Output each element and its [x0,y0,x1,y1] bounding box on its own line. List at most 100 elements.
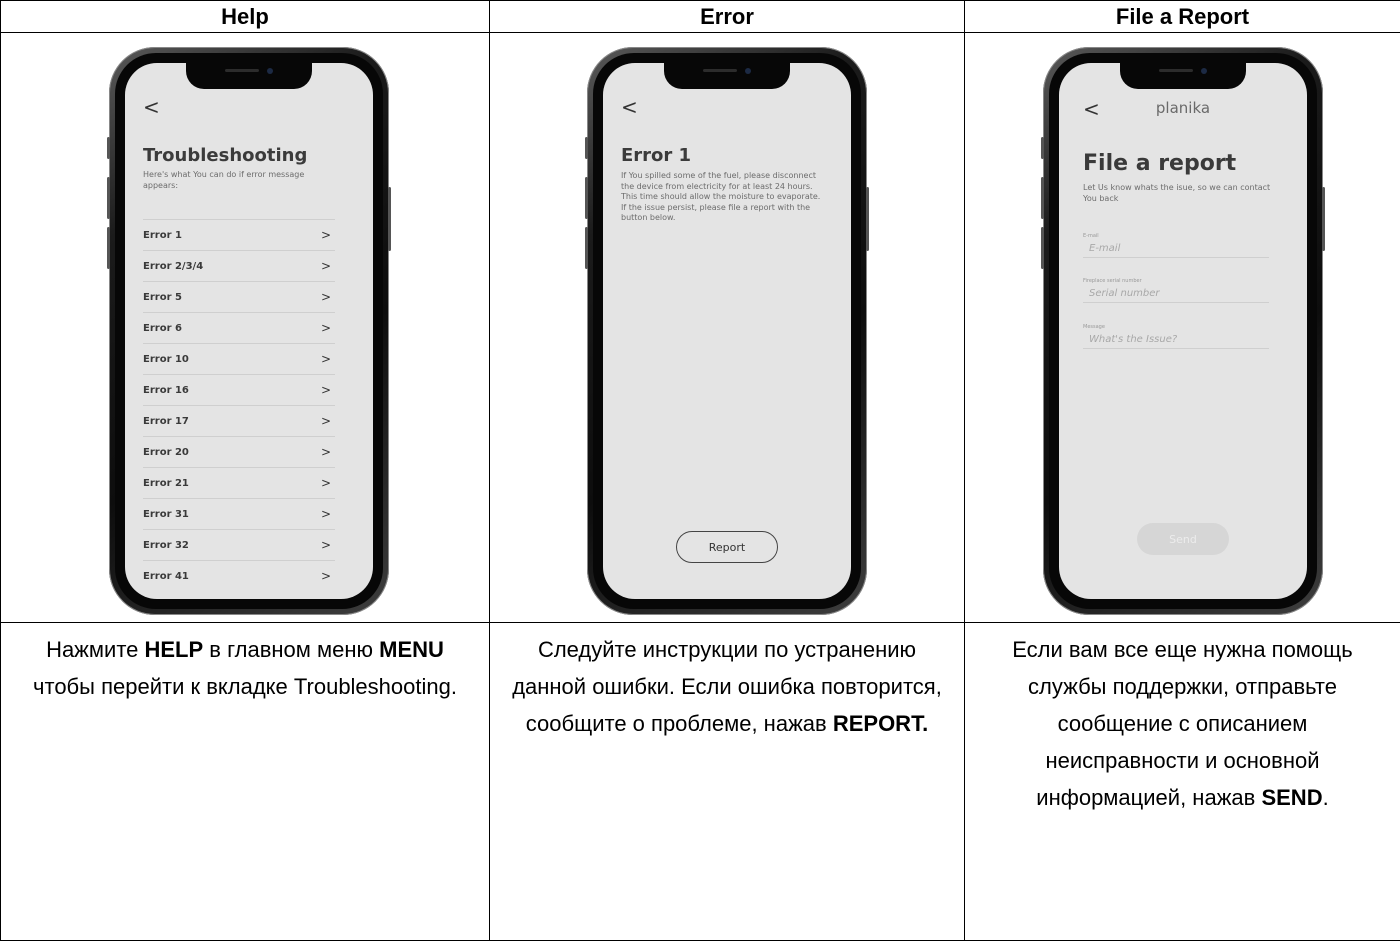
error-item-label: Error 6 [143,323,182,334]
error-item-label: Error 17 [143,416,189,427]
error-list-item[interactable]: Error 6 > [143,312,335,343]
chevron-right-icon: > [321,383,331,397]
power-button [388,187,391,251]
error-list-item[interactable]: Error 20 > [143,436,335,467]
error-list-item[interactable]: Error 31> [143,498,335,529]
header-file-report: File a Report [965,1,1400,33]
speaker-grille [703,69,737,72]
description-row: Нажмите HELP в главном меню MENU чтобы п… [1,623,1400,941]
error-item-label: Error 5 [143,292,182,303]
chevron-right-icon: > [321,445,331,459]
send-button[interactable]: Send [1137,523,1229,555]
report-description-cell: Если вам все еще нужна помощь службы под… [965,623,1400,941]
error-item-label: Error 32 [143,540,189,551]
error-list-item[interactable]: Error 41 > [143,560,335,591]
error-list-item[interactable]: Error 10> [143,343,335,374]
error-screenshot-cell: < Error 1 If You spilled some of the fue… [490,33,965,623]
message-label: Message [1083,324,1269,331]
help-description-cell: Нажмите HELP в главном меню MENU чтобы п… [1,623,490,941]
error-item-label: Error 16 [143,385,189,396]
back-chevron-icon[interactable]: < [143,95,160,119]
serial-number-label: Fireplace serial number [1083,278,1269,285]
troubleshooting-title: Troubleshooting [143,145,307,166]
mute-switch [107,137,110,159]
phone-frame-error: < Error 1 If You spilled some of the fue… [587,47,867,615]
phone-notch [1120,63,1246,89]
error-list-item[interactable]: Error 1> [143,219,335,250]
phone-frame-help: < Troubleshooting Here's what You can do… [109,47,389,615]
help-screen: < Troubleshooting Here's what You can do… [125,63,373,599]
email-field[interactable]: E-mail E-mail [1083,233,1269,258]
power-button [866,187,869,251]
front-camera-icon [745,68,751,74]
email-placeholder: E-mail [1083,240,1269,257]
chevron-right-icon: > [321,414,331,428]
report-subtitle: Let Us know whats the isue, so we can co… [1083,183,1283,204]
error-item-label: Error 2/3/4 [143,261,203,272]
header-error: Error [490,1,965,33]
help-desc-text: чтобы перейти к вкладке Troubleshooting. [33,674,457,699]
error-item-label: Error 20 [143,447,189,458]
serial-number-field[interactable]: Fireplace serial number Serial number [1083,278,1269,303]
front-camera-icon [267,68,273,74]
error-list-item[interactable]: Error 32 > [143,529,335,560]
back-chevron-icon[interactable]: < [621,95,638,119]
email-label: E-mail [1083,233,1269,240]
help-desc-text: Нажмите [46,637,144,662]
report-screenshot-cell: < planika File a report Let Us know what… [965,33,1400,623]
volume-down-button [107,227,110,269]
mute-switch [585,137,588,159]
help-description: Нажмите HELP в главном меню MENU чтобы п… [1,631,489,705]
error-description: If You spilled some of the fuel, please … [621,171,821,224]
help-desc-text: в главном меню [203,637,379,662]
error-list-item[interactable]: Error 17 > [143,405,335,436]
report-title: File a report [1083,151,1236,176]
help-keyword: HELP [145,637,204,662]
error-screen: < Error 1 If You spilled some of the fue… [603,63,851,599]
mute-switch [1041,137,1044,159]
screenshot-row: < Troubleshooting Here's what You can do… [1,33,1400,623]
message-field[interactable]: Message What's the Issue? [1083,324,1269,349]
error-item-label: Error 31 [143,509,189,520]
volume-down-button [585,227,588,269]
report-instructions: Если вам все еще нужна помощь службы под… [965,631,1400,816]
menu-keyword: MENU [379,637,444,662]
report-button[interactable]: Report [676,531,778,563]
chevron-right-icon: > [321,569,331,583]
report-desc-text: . [1323,785,1329,810]
error-list-item[interactable]: Error 16 > [143,374,335,405]
speaker-grille [225,69,259,72]
message-placeholder: What's the Issue? [1083,331,1269,348]
error-item-label: Error 1 [143,230,182,241]
troubleshooting-subtitle: Here's what You can do if error message … [143,170,319,191]
volume-down-button [1041,227,1044,269]
error-list-item[interactable]: Error 2/3/4 > [143,250,335,281]
chevron-right-icon: > [321,290,331,304]
error-list-item[interactable]: Error 5 > [143,281,335,312]
chevron-right-icon: > [321,352,331,366]
error-title: Error 1 [621,145,691,166]
send-keyword: SEND [1261,785,1322,810]
chevron-right-icon: > [321,259,331,273]
header-help: Help [1,1,490,33]
error-description-cell: Следуйте инструкции по устранению данной… [490,623,965,941]
volume-up-button [585,177,588,219]
error-instructions: Следуйте инструкции по устранению данной… [490,631,964,742]
chevron-right-icon: > [321,538,331,552]
power-button [1322,187,1325,251]
phone-frame-report: < planika File a report Let Us know what… [1043,47,1323,615]
error-item-label: Error 21 [143,478,189,489]
volume-up-button [107,177,110,219]
help-screenshot-cell: < Troubleshooting Here's what You can do… [1,33,490,623]
instruction-table: Help Error File a Report < Troubleshooti… [0,0,1400,941]
header-row: Help Error File a Report [1,1,1400,33]
brand-logo: planika [1059,99,1307,117]
serial-number-placeholder: Serial number [1083,285,1269,302]
chevron-right-icon: > [321,476,331,490]
error-item-label: Error 41 [143,571,189,582]
phone-notch [664,63,790,89]
report-screen: < planika File a report Let Us know what… [1059,63,1307,599]
error-list-item[interactable]: Error 21 > [143,467,335,498]
chevron-right-icon: > [321,321,331,335]
front-camera-icon [1201,68,1207,74]
